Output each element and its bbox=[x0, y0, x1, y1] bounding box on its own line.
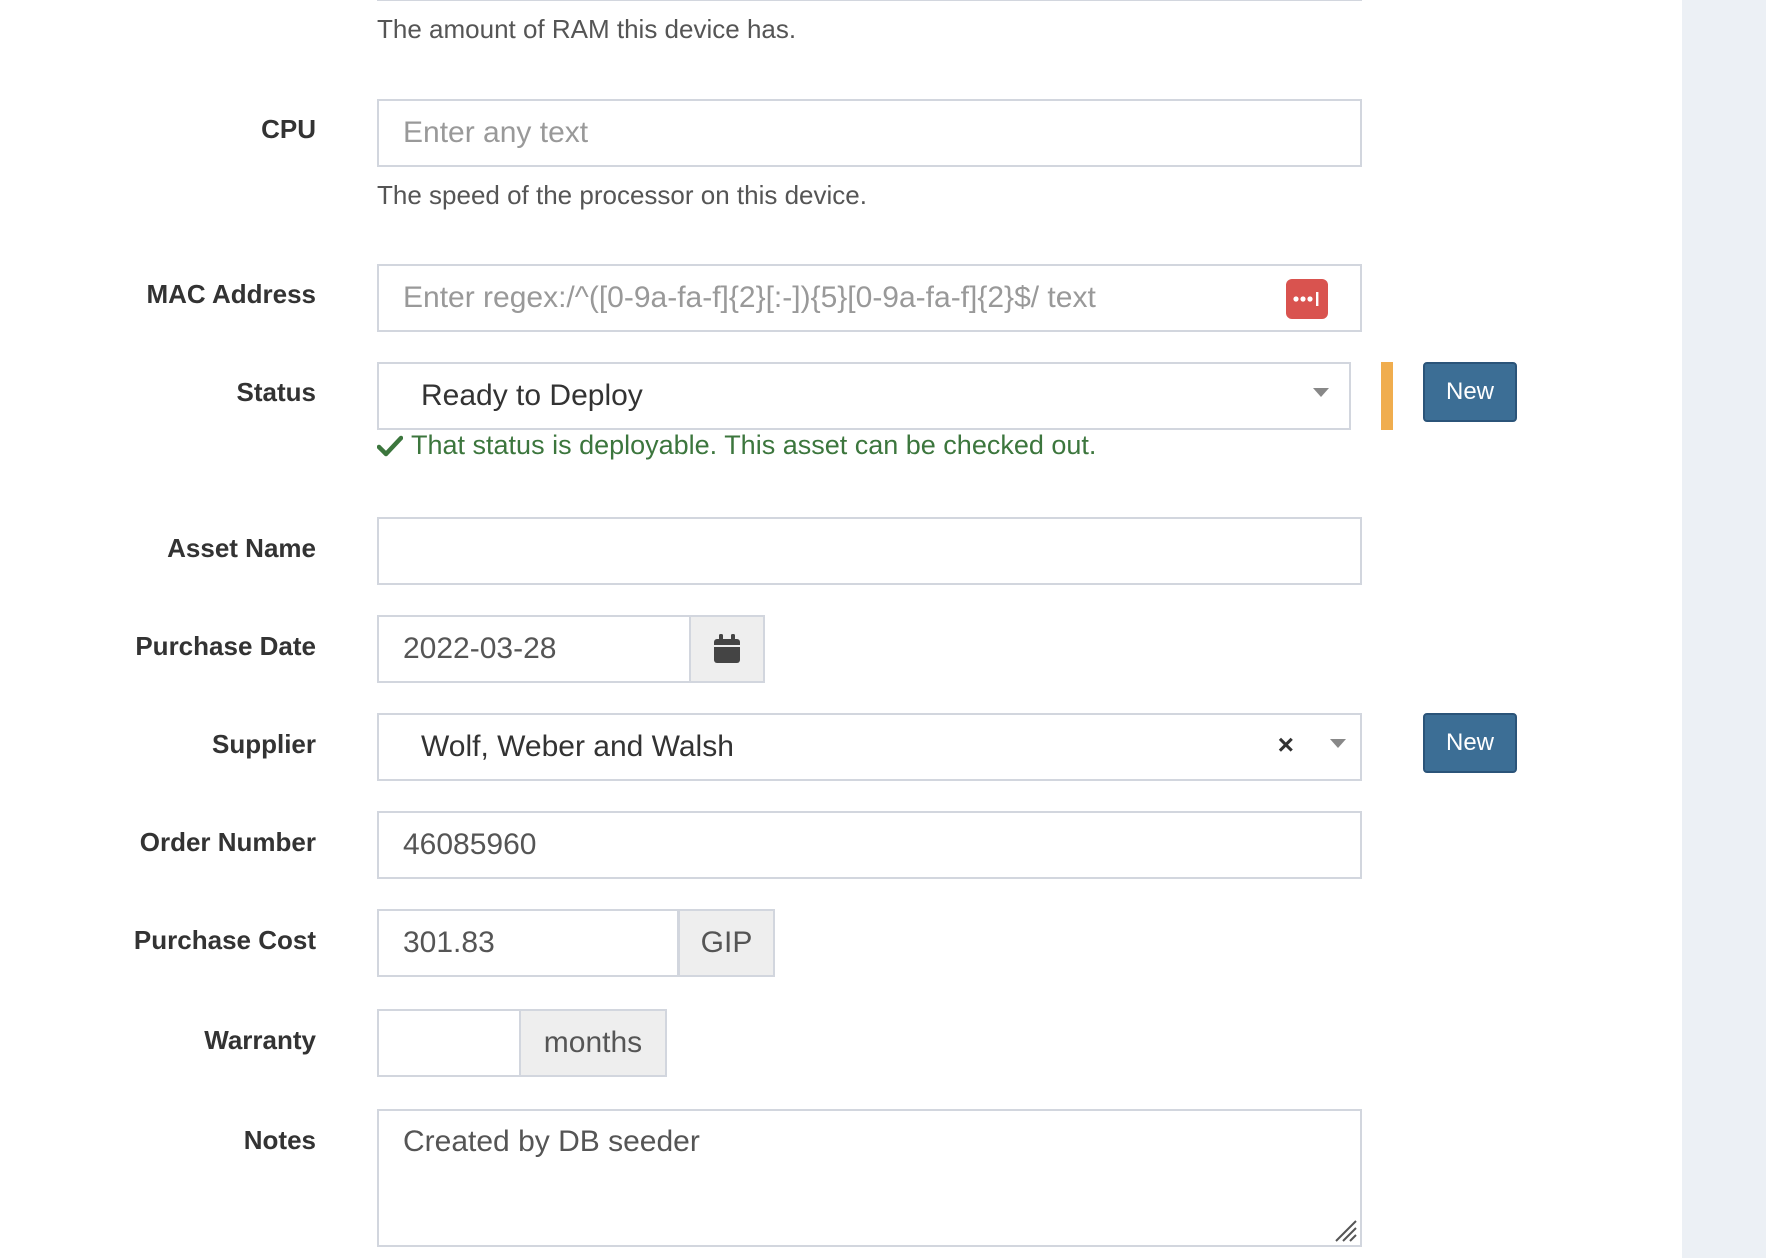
page-gutter bbox=[1682, 0, 1766, 1258]
clear-icon[interactable]: × bbox=[1278, 729, 1294, 761]
notes-label: Notes bbox=[243, 1125, 316, 1155]
order-number-input[interactable]: 46085960 bbox=[377, 811, 1362, 879]
supplier-select[interactable]: Wolf, Weber and Walsh × bbox=[377, 713, 1362, 781]
supplier-selected-value: Wolf, Weber and Walsh bbox=[421, 730, 734, 763]
months-addon: months bbox=[519, 1009, 667, 1077]
checkmark-icon bbox=[377, 435, 403, 456]
purchase-date-value: 2022-03-28 bbox=[403, 632, 557, 665]
purchase-cost-label: Purchase Cost bbox=[133, 925, 316, 955]
status-message-text: That status is deployable. This asset ca… bbox=[411, 430, 1097, 460]
calendar-icon bbox=[714, 634, 740, 663]
purchase-date-label: Purchase Date bbox=[135, 631, 316, 661]
resize-handle-icon[interactable] bbox=[1332, 1217, 1358, 1243]
password-manager-icon[interactable] bbox=[1286, 279, 1328, 319]
purchase-cost-input[interactable]: 301.83 bbox=[377, 909, 679, 977]
status-label: Status bbox=[236, 377, 316, 407]
notes-value: Created by DB seeder bbox=[403, 1125, 700, 1158]
currency-addon: GIP bbox=[678, 909, 775, 977]
ram-help-text: The amount of RAM this device has. bbox=[377, 14, 797, 44]
mac-address-placeholder: Enter regex:/^([0-9a-fa-f]{2}[:-]){5}[0-… bbox=[403, 281, 1096, 314]
supplier-label: Supplier bbox=[211, 729, 316, 759]
mac-address-label: MAC Address bbox=[146, 279, 316, 309]
status-indicator bbox=[1381, 362, 1393, 430]
chevron-down-icon bbox=[1313, 388, 1329, 397]
chevron-down-icon bbox=[1330, 739, 1346, 748]
warranty-label: Warranty bbox=[204, 1025, 316, 1055]
calendar-button[interactable] bbox=[689, 615, 765, 683]
status-select[interactable]: Ready to Deploy bbox=[377, 362, 1351, 430]
new-supplier-button[interactable]: New bbox=[1423, 713, 1517, 773]
status-selected-value: Ready to Deploy bbox=[421, 379, 643, 412]
cpu-help-text: The speed of the processor on this devic… bbox=[377, 180, 867, 210]
ram-field-bottom-border bbox=[377, 0, 1362, 1]
status-deployable-message: That status is deployable. This asset ca… bbox=[377, 430, 1096, 461]
cpu-input[interactable]: Enter any text bbox=[377, 99, 1362, 167]
mac-address-input[interactable]: Enter regex:/^([0-9a-fa-f]{2}[:-]){5}[0-… bbox=[377, 264, 1362, 332]
order-number-value: 46085960 bbox=[403, 828, 537, 861]
order-number-label: Order Number bbox=[139, 827, 316, 857]
purchase-cost-value: 301.83 bbox=[403, 926, 495, 959]
notes-textarea[interactable]: Created by DB seeder bbox=[377, 1109, 1362, 1247]
warranty-input[interactable] bbox=[377, 1009, 521, 1077]
purchase-date-input[interactable]: 2022-03-28 bbox=[377, 615, 691, 683]
new-status-button[interactable]: New bbox=[1423, 362, 1517, 422]
asset-name-label: Asset Name bbox=[167, 533, 316, 563]
cpu-placeholder: Enter any text bbox=[403, 116, 589, 149]
cpu-label: CPU bbox=[261, 114, 316, 144]
asset-name-input[interactable] bbox=[377, 517, 1362, 585]
